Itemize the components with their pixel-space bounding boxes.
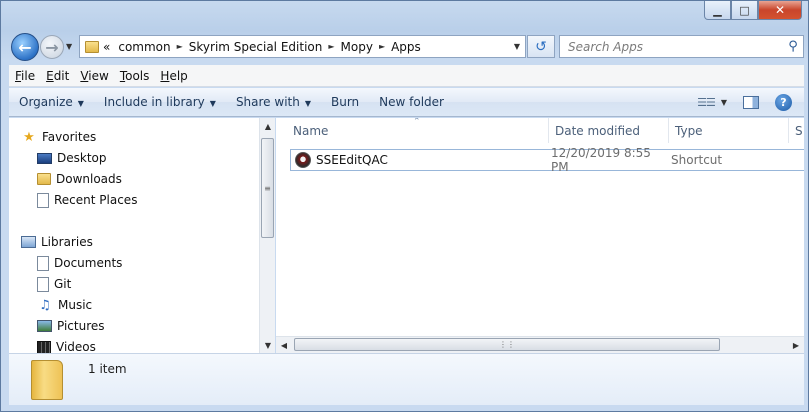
help-icon[interactable]: ? — [775, 93, 792, 111]
view-controls: ☰☰ ▼ ? — [697, 93, 804, 111]
git-library-icon — [37, 276, 49, 292]
back-arrow-icon[interactable]: ← — [11, 33, 39, 61]
close-button[interactable]: ✕ — [758, 1, 802, 20]
menu-file[interactable]: File — [9, 69, 40, 83]
file-row[interactable]: SSEEditQAC 12/20/2019 8:55 PM Shortcut — [290, 146, 804, 174]
menu-help[interactable]: Help — [154, 69, 192, 83]
change-view-icon[interactable]: ☰☰ — [697, 96, 716, 109]
address-segment-common[interactable]: common — [114, 40, 174, 54]
details-pane: 1 item — [9, 353, 804, 405]
command-bar: Organize ▼ Include in library ▼ Share with… — [9, 88, 804, 117]
videos-icon — [37, 340, 51, 353]
address-segment-apps[interactable]: Apps — [387, 40, 425, 54]
nav-documents[interactable]: Documents — [37, 253, 122, 273]
pictures-icon — [37, 320, 52, 332]
organize-button[interactable]: Organize ▼ — [9, 95, 94, 109]
search-icon[interactable]: ⚲ — [783, 39, 803, 54]
preview-pane-icon[interactable] — [743, 95, 759, 109]
minimize-button[interactable]: ▁ — [704, 1, 731, 20]
folder-icon — [85, 40, 99, 53]
scrollbar-thumb[interactable]: ≡ — [261, 138, 274, 238]
search-input[interactable] — [560, 36, 783, 57]
new-folder-button[interactable]: New folder — [369, 95, 454, 109]
chevron-right-icon[interactable]: ► — [377, 42, 387, 51]
menu-tools[interactable]: Tools — [114, 69, 155, 83]
scroll-up-icon[interactable]: ▲ — [260, 118, 276, 134]
nav-libraries[interactable]: Libraries — [21, 232, 93, 252]
chevron-down-icon[interactable]: ▼ — [721, 98, 727, 107]
chevron-right-icon[interactable]: ► — [175, 42, 185, 51]
item-count: 1 item — [88, 362, 127, 376]
chevron-down-icon: ▼ — [77, 99, 84, 108]
navigation-row: ← → ▼ « common ► Skyrim Special Edition … — [9, 33, 804, 61]
nav-favorites[interactable]: ★ Favorites — [21, 127, 96, 147]
address-segment-mopy[interactable]: Mopy — [337, 40, 377, 54]
menu-edit[interactable]: Edit — [40, 69, 74, 83]
shortcut-app-icon — [295, 152, 311, 168]
scroll-right-icon[interactable]: ▶ — [788, 337, 804, 353]
music-icon: ♫ — [39, 297, 51, 313]
address-segment-skyrim[interactable]: Skyrim Special Edition — [185, 40, 327, 54]
refresh-icon[interactable]: ↺ — [527, 35, 555, 58]
file-date-modified: 12/20/2019 8:55 PM — [551, 146, 651, 174]
file-name: SSEEditQAC — [316, 153, 388, 167]
nav-pane-scrollbar[interactable]: ▲ ≡ ▼ — [259, 118, 275, 353]
recent-places-icon — [37, 192, 49, 208]
column-header-name[interactable]: Name — [287, 118, 549, 143]
file-type: Shortcut — [671, 153, 723, 167]
nav-desktop[interactable]: Desktop — [37, 148, 107, 168]
chevron-down-icon: ▼ — [304, 99, 311, 108]
caption-buttons: ▁ □ ✕ — [704, 1, 802, 20]
search-box: ⚲ — [559, 35, 804, 58]
navigation-pane: ★ Favorites Desktop Downloads Recent Pla… — [9, 118, 259, 353]
desktop-icon — [37, 152, 52, 164]
burn-button[interactable]: Burn — [321, 95, 369, 109]
folder-icon — [31, 360, 63, 400]
nav-videos[interactable]: Videos — [37, 337, 96, 353]
libraries-icon — [21, 236, 36, 248]
nav-pictures[interactable]: Pictures — [37, 316, 105, 336]
share-with-button[interactable]: Share with ▼ — [226, 95, 321, 109]
chevron-right-icon[interactable]: ► — [326, 42, 336, 51]
nav-downloads[interactable]: Downloads — [37, 169, 122, 189]
column-header-date-modified[interactable]: Date modified — [549, 118, 669, 143]
nav-recent-places[interactable]: Recent Places — [37, 190, 137, 210]
menu-bar: File Edit View Tools Help — [9, 65, 804, 87]
column-header-type[interactable]: Type — [669, 118, 789, 143]
column-header-size[interactable]: S — [789, 118, 804, 143]
chevron-down-icon[interactable]: ▼ — [509, 42, 525, 51]
nav-git[interactable]: Git — [37, 274, 71, 294]
scroll-down-icon[interactable]: ▼ — [260, 337, 276, 353]
chevron-down-icon: ▼ — [209, 99, 216, 108]
downloads-folder-icon — [37, 173, 51, 185]
address-overflow[interactable]: « — [99, 40, 114, 54]
forward-arrow-icon[interactable]: → — [40, 35, 64, 59]
explorer-window: ▁ □ ✕ ← → ▼ « common ► Skyrim Special Ed… — [0, 0, 809, 412]
nav-music[interactable]: ♫ Music — [37, 295, 92, 315]
file-list-horizontal-scrollbar[interactable]: ◀ ⋮⋮ ▶ — [276, 336, 804, 353]
file-list-pane: ⌃ Name Date modified Type S SSEEditQAC 1… — [276, 118, 804, 336]
include-in-library-button[interactable]: Include in library ▼ — [94, 95, 226, 109]
menu-view[interactable]: View — [74, 69, 113, 83]
address-bar[interactable]: « common ► Skyrim Special Edition ► Mopy… — [79, 35, 526, 58]
recent-pages-dropdown-icon[interactable]: ▼ — [66, 42, 72, 51]
maximize-button[interactable]: □ — [731, 1, 758, 20]
scroll-left-icon[interactable]: ◀ — [276, 337, 292, 353]
star-icon: ★ — [23, 129, 35, 145]
scrollbar-thumb[interactable]: ⋮⋮ — [294, 338, 720, 351]
documents-icon — [37, 255, 49, 271]
